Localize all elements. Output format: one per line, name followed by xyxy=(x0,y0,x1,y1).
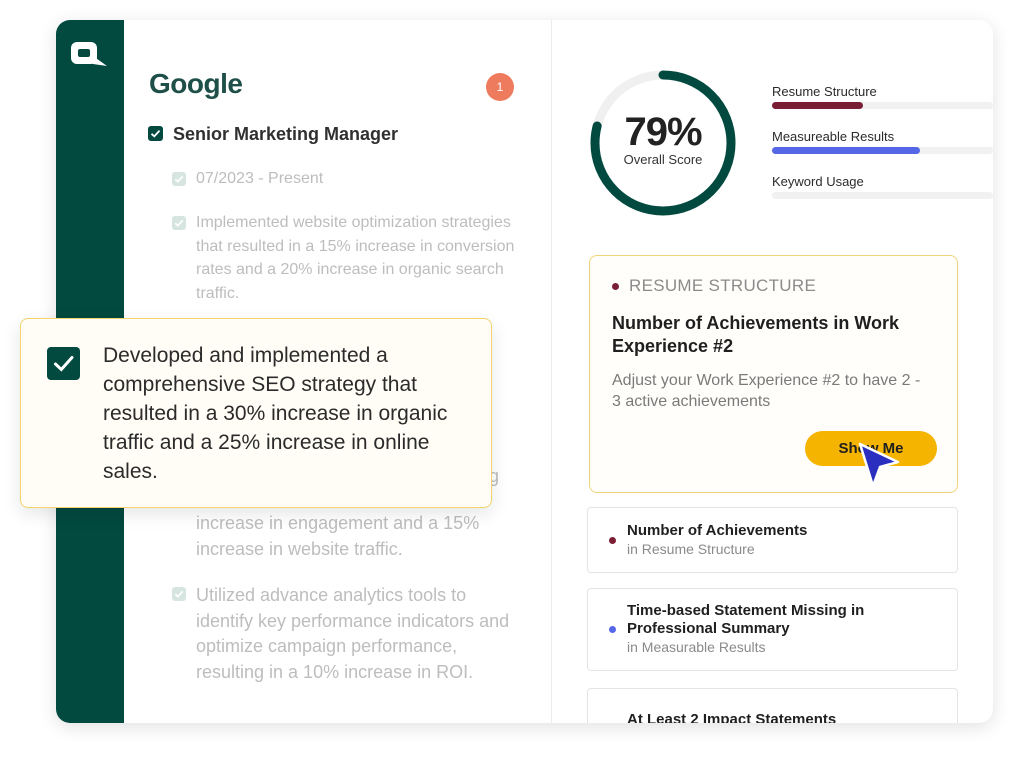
checkbox-icon[interactable] xyxy=(172,587,186,601)
issue-item[interactable]: At Least 2 Impact Statements xyxy=(587,688,958,723)
job-title: Senior Marketing Manager xyxy=(173,124,399,144)
column-divider xyxy=(551,20,552,723)
metric-bar-resume-structure xyxy=(772,102,993,109)
issue-title: Time-based Statement Missing in Professi… xyxy=(627,602,865,637)
category-dot xyxy=(609,626,616,633)
date-range: 07/2023 - Present xyxy=(196,170,324,187)
cursor-icon xyxy=(858,442,900,488)
company-name: Google xyxy=(149,68,243,99)
category-dot xyxy=(609,537,616,544)
suggestion-category: RESUME STRUCTURE xyxy=(629,276,817,295)
overall-score-label: Overall Score xyxy=(623,152,703,167)
issue-subtitle: in Resume Structure xyxy=(627,541,755,557)
checkbox-icon[interactable] xyxy=(148,126,163,141)
metric-bar-keyword-usage xyxy=(772,192,993,199)
issue-item[interactable]: Number of Achievements in Resume Structu… xyxy=(587,507,958,573)
metric-label-keyword-usage: Keyword Usage xyxy=(772,174,864,189)
issue-title: At Least 2 Impact Statements xyxy=(627,711,837,723)
category-dot xyxy=(612,283,619,290)
suggestion-description: Adjust your Work Experience #2 to have 2… xyxy=(612,372,921,410)
logo-icon[interactable] xyxy=(69,38,109,72)
metric-label-resume-structure: Resume Structure xyxy=(772,84,877,99)
achievement-item: increase in engagement and a 15% increas… xyxy=(196,513,480,559)
checkbox-icon[interactable] xyxy=(172,216,186,230)
checkbox-icon[interactable] xyxy=(172,172,186,186)
suggestion-card: RESUME STRUCTURE Number of Achievements … xyxy=(589,255,958,493)
achievement-text: Developed and implemented a comprehensiv… xyxy=(103,344,448,483)
highlighted-achievement[interactable]: Developed and implemented a comprehensiv… xyxy=(20,318,492,508)
achievement-item: Utilized advance analytics tools to iden… xyxy=(196,585,510,682)
issue-title: Number of Achievements xyxy=(627,522,808,539)
issue-subtitle: in Measurable Results xyxy=(627,639,766,655)
achievement-item: Implemented website optimization strateg… xyxy=(196,214,515,302)
suggestion-title: Number of Achievements in Work Experienc… xyxy=(612,313,900,356)
notification-badge[interactable]: 1 xyxy=(486,73,514,101)
overall-score-value: 79% xyxy=(624,110,702,154)
checkbox-icon[interactable] xyxy=(47,347,80,380)
metric-bar-measurable-results xyxy=(772,147,993,154)
metric-label-measurable-results: Measureable Results xyxy=(772,129,895,144)
issue-item[interactable]: Time-based Statement Missing in Professi… xyxy=(587,588,958,671)
